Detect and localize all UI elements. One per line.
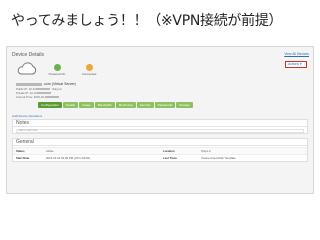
power-state-label: Powered On bbox=[48, 72, 66, 76]
start-date-value: 2015-02-02 02:39 PM (UTC+09:00) bbox=[46, 156, 91, 160]
notes-title: Notes bbox=[13, 120, 307, 127]
tab-passwords[interactable]: Passwords bbox=[154, 102, 176, 108]
cloud-icon bbox=[17, 62, 37, 75]
current-time-line: Current Time: 2015-02- bbox=[16, 95, 60, 99]
device-name: .com (Virtual Server) bbox=[16, 82, 76, 86]
connected-icon bbox=[85, 64, 93, 71]
notes-panel: Notes Click to add note bbox=[12, 119, 308, 134]
notes-input[interactable]: Click to add note bbox=[16, 129, 304, 133]
tab-bandwidth[interactable]: Bandwidth bbox=[94, 102, 115, 108]
device-summary: Powered On Connected .com (Virtual Serve… bbox=[12, 60, 302, 113]
redacted-block bbox=[37, 92, 52, 95]
public-ip-location: Tokyo 2 bbox=[51, 87, 62, 91]
tab-storage[interactable]: Storage bbox=[176, 102, 193, 108]
page-title: Device Details bbox=[12, 52, 44, 58]
general-row: Start Date 2015-02-02 02:39 PM (UTC+09:0… bbox=[13, 154, 307, 161]
tab-usage[interactable]: Usage bbox=[79, 102, 94, 108]
audit-link[interactable]: Audit Device Operations bbox=[12, 114, 42, 118]
last-trans-key: Last Trans bbox=[163, 156, 177, 160]
connection-state-label: Connected bbox=[81, 72, 97, 76]
tab-configuration[interactable]: Configuration bbox=[38, 102, 62, 108]
device-details-screenshot: Device Details View All Devices Actions … bbox=[6, 46, 314, 194]
tab-details[interactable]: Details bbox=[62, 102, 79, 108]
device-name-suffix: .com (Virtual Server) bbox=[43, 82, 76, 86]
general-panel: General Status Active Location Tokyo 2 S… bbox=[12, 138, 308, 162]
redacted-block bbox=[44, 96, 59, 99]
last-trans-value: Create Cloud Disk Template bbox=[201, 156, 236, 160]
view-all-devices-link[interactable]: View All Devices bbox=[284, 52, 309, 56]
power-state: Powered On bbox=[42, 64, 72, 76]
power-icon bbox=[53, 64, 61, 71]
general-row: Status Active Location Tokyo 2 bbox=[13, 147, 307, 154]
redacted-block bbox=[36, 88, 51, 91]
general-title: General bbox=[13, 139, 307, 146]
connection-state: Connected bbox=[74, 64, 104, 76]
current-time-label: Current Time: 2015-02- bbox=[16, 95, 45, 99]
redacted-block bbox=[16, 82, 42, 86]
tab-security[interactable]: Security bbox=[136, 102, 154, 108]
slide-title: やってみましょう！！（※VPN接続が前提） bbox=[11, 13, 283, 29]
device-tabs: Configuration Details Usage Bandwidth Mo… bbox=[38, 102, 193, 108]
start-date-key: Start Date bbox=[16, 156, 30, 160]
tab-monitoring[interactable]: Monitoring bbox=[115, 102, 136, 108]
